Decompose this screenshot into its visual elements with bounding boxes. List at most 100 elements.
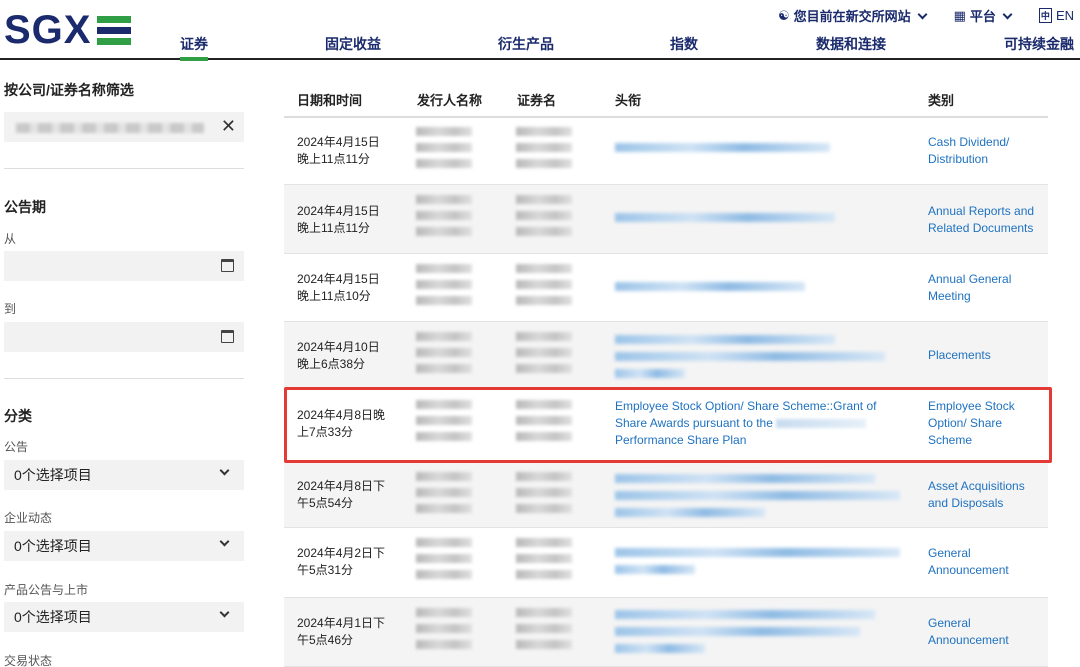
language-switcher[interactable]: 中 EN [1038,6,1074,25]
tab-securities[interactable]: 证券 [180,34,208,61]
chevron-down-icon [1002,9,1013,19]
calendar-icon[interactable] [221,330,234,343]
language-label: EN [1055,8,1074,23]
issuer-masked [416,538,472,586]
platform-label: 平台 [969,9,996,24]
category-title: 分类 [4,408,32,424]
category-link[interactable]: General Announcement [928,615,1040,649]
category-link[interactable]: Cash Dividend/ Distribution [928,134,1040,168]
divider [4,378,244,379]
to-label: 到 [4,302,17,316]
issuer-masked [416,195,472,243]
group-label-announcement: 公告 [4,440,29,454]
headline-text-end: Performance Share Plan [615,433,747,447]
headline-link-masked[interactable] [615,143,905,160]
col-header-title[interactable]: 头衔 [615,90,641,109]
col-header-security[interactable]: 证券名 [517,90,556,109]
row-date: 2024年4月1日下午5点46分 [297,616,386,647]
period-title: 公告期 [4,199,46,215]
security-masked [516,332,572,380]
issuer-masked [416,400,472,448]
category-link[interactable]: Asset Acquisitions and Disposals [928,478,1040,512]
issuer-masked [416,332,472,380]
from-label: 从 [4,232,17,246]
tab-data-connectivity[interactable]: 数据和连接 [816,34,886,54]
clear-icon[interactable]: ✕ [221,116,236,137]
product-listing-select[interactable]: 0个选择项目 [4,602,244,632]
table-row[interactable]: 2024年4月15日 晚上11点10分 Annual General Meeti… [284,254,1048,322]
from-date-input[interactable] [4,251,244,281]
security-masked [516,538,572,586]
category-link[interactable]: General Announcement [928,545,1040,579]
security-masked [516,127,572,175]
issuer-masked [416,264,472,312]
issuer-masked [416,472,472,520]
headline-link-masked[interactable] [615,548,905,582]
corporate-action-select[interactable]: 0个选择项目 [4,531,244,561]
category-link[interactable]: Annual Reports and Related Documents [928,203,1040,237]
filter-title: 按公司/证券名称筛选 [4,82,134,98]
security-masked [516,472,572,520]
headline-masked [776,419,867,429]
utility-nav: ☯ 您目前在新交所网站 ▦ 平台 中 EN [778,6,1080,25]
headline-link-masked[interactable] [615,213,905,230]
network-label: 您目前在新交所网站 [793,9,911,24]
headline-link-masked[interactable] [615,335,905,386]
site-header: SGX ☯ 您目前在新交所网站 ▦ 平台 中 EN 证券 固定收益 衍生产品 指… [0,0,1080,61]
group-label-trading-status: 交易状态 [4,654,53,667]
issuer-masked [416,127,472,175]
tab-indices[interactable]: 指数 [670,34,698,54]
headline-link[interactable]: Employee Stock Option/ Share Scheme::Gra… [615,398,905,449]
table-row[interactable]: 2024年4月1日下午5点46分 General Announcement [284,598,1048,667]
chevron-down-icon [219,607,230,618]
select-value: 0个选择项目 [14,538,92,554]
headline-link-masked[interactable] [615,282,905,299]
row-date: 2024年4月8日下午5点54分 [297,479,386,510]
tab-sustainable-finance[interactable]: 可持续金融 [1004,34,1074,54]
row-date: 2024年4月8日晚上7点33分 [297,408,386,439]
to-date-input[interactable] [4,322,244,352]
security-masked [516,195,572,243]
row-date: 2024年4月15日 晚上11点11分 [297,135,380,166]
main-nav: 证券 固定收益 衍生产品 指数 数据和连接 可持续金融 [0,34,1080,61]
announcement-select[interactable]: 0个选择项目 [4,460,244,490]
table-row[interactable]: 2024年4月10日 晚上6点38分 Placements [284,322,1048,388]
category-link[interactable]: Annual General Meeting [928,271,1040,305]
col-header-datetime[interactable]: 日期和时间 [297,90,362,109]
table-row[interactable]: 2024年4月8日下午5点54分 Asset Acquisitions and … [284,462,1048,528]
chevron-down-icon [917,9,928,19]
tab-fixed-income[interactable]: 固定收益 [325,34,381,54]
issuer-masked [416,608,472,656]
table-row[interactable]: 2024年4月8日晚上7点33分 Employee Stock Option/ … [284,388,1048,462]
table-row[interactable]: 2024年4月15日 晚上11点11分 Cash Dividend/ Distr… [284,117,1048,185]
language-icon: 中 [1038,8,1052,23]
platform-menu[interactable]: ▦ 平台 [954,6,1013,25]
row-date: 2024年4月10日 晚上6点38分 [297,340,380,371]
company-filter-input[interactable]: ✕ [4,112,244,142]
select-value: 0个选择项目 [14,609,92,625]
calendar-icon[interactable] [221,259,234,272]
select-value: 0个选择项目 [14,467,92,483]
row-date: 2024年4月15日 晚上11点10分 [297,272,380,303]
grid-icon: ▦ [953,7,966,23]
chevron-down-icon [219,465,230,476]
category-link[interactable]: Employee Stock Option/ Share Scheme [928,398,1040,449]
security-masked [516,264,572,312]
headline-link-masked[interactable] [615,474,905,525]
col-header-issuer[interactable]: 发行人名称 [417,90,482,109]
group-label-corporate-action: 企业动态 [4,511,53,525]
row-date: 2024年4月2日下午5点31分 [297,546,386,577]
filter-value-masked [16,123,204,133]
col-header-category[interactable]: 类别 [928,90,954,109]
table-row[interactable]: 2024年4月2日下午5点31分 General Announcement [284,528,1048,598]
tab-derivatives[interactable]: 衍生产品 [498,34,554,54]
group-label-product-listing: 产品公告与上市 [4,583,89,597]
network-switcher[interactable]: ☯ 您目前在新交所网站 [778,6,928,25]
people-icon: ☯ [777,7,790,23]
category-link[interactable]: Placements [928,347,1040,364]
filter-sidebar: 按公司/证券名称筛选 ✕ 公告期 从 到 分类 公告 0个选择项目 企业动态 0… [0,60,250,667]
security-masked [516,608,572,656]
row-date: 2024年4月15日 晚上11点11分 [297,204,380,235]
headline-link-masked[interactable] [615,610,905,661]
table-row[interactable]: 2024年4月15日 晚上11点11分 Annual Reports and R… [284,185,1048,254]
